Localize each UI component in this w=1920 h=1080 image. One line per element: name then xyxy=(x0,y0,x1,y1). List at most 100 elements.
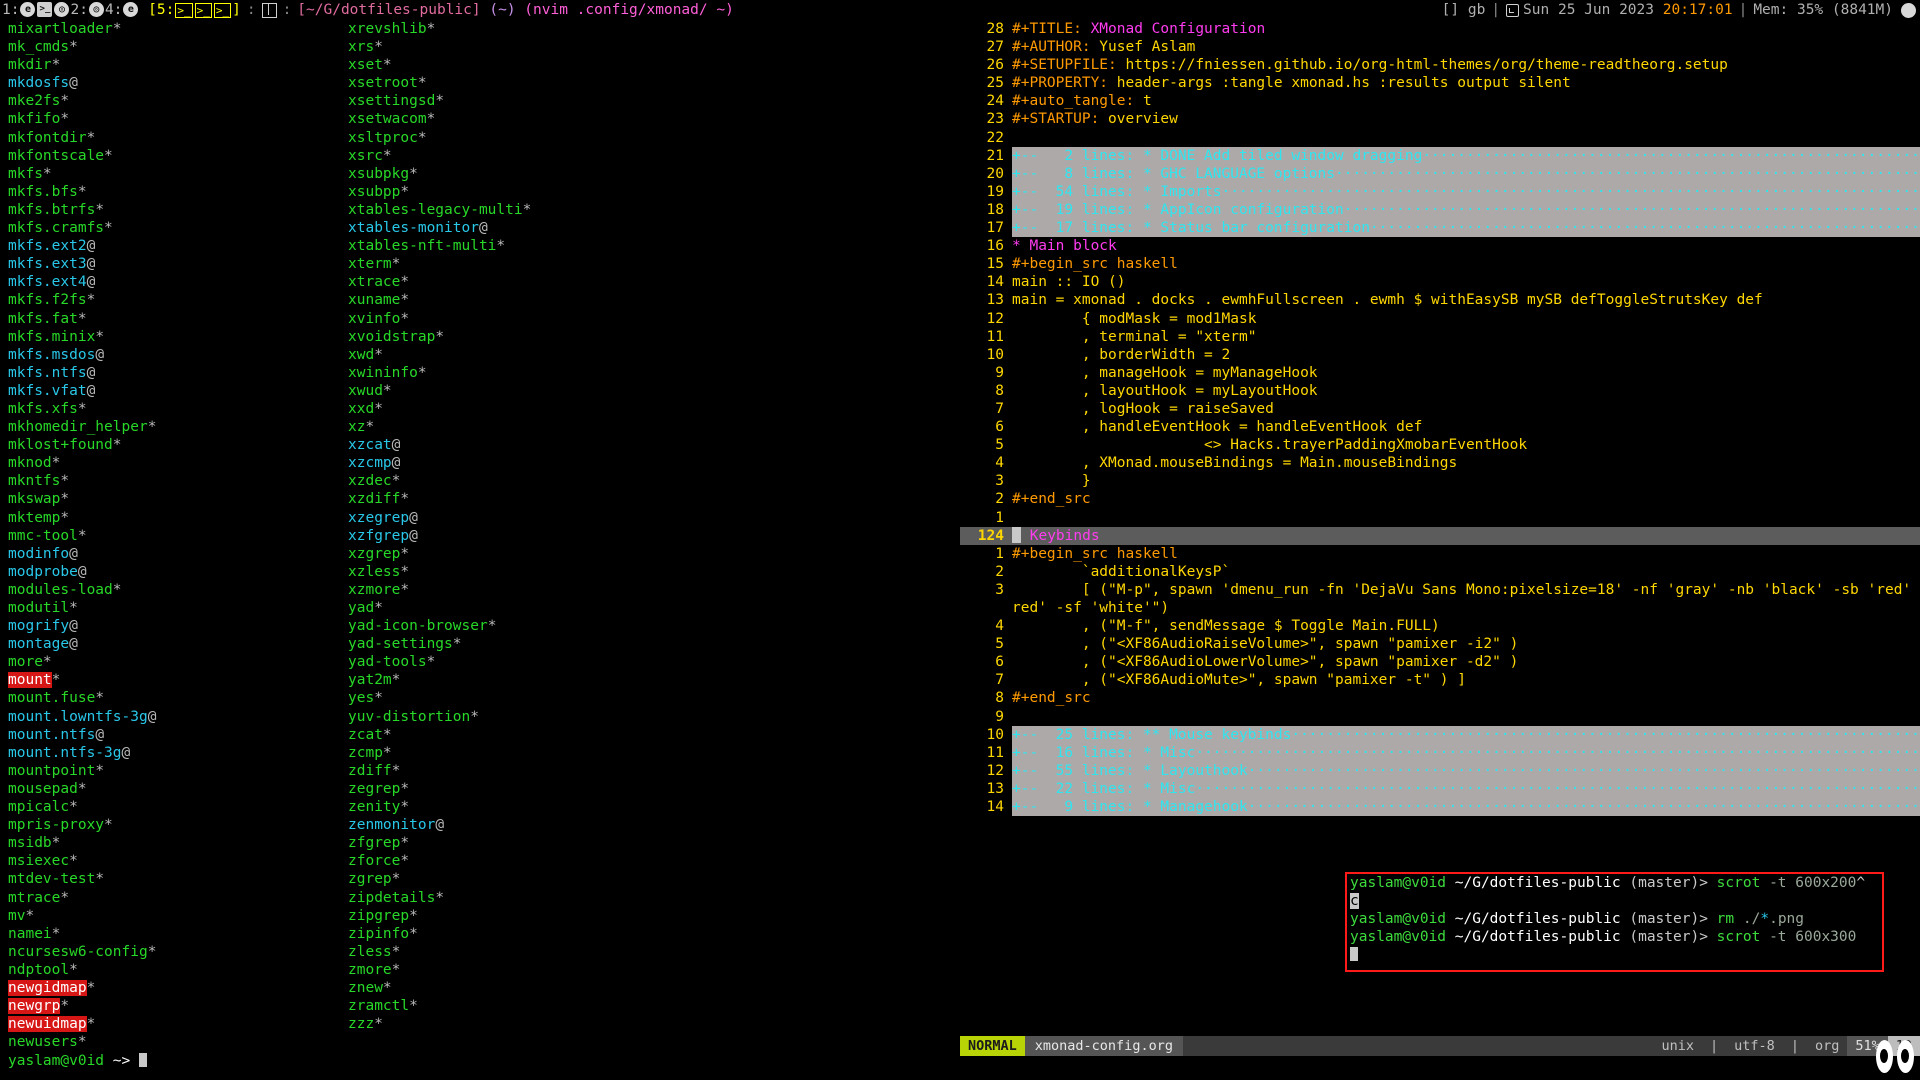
file-type-marker: * xyxy=(112,581,122,598)
shell-prompt[interactable]: yaslam@v0id ~> xyxy=(8,1052,147,1070)
file-type-marker: * xyxy=(391,672,401,689)
line-number: 6 xyxy=(995,654,1004,671)
file-entry: mkfs.f2fs* xyxy=(8,291,156,309)
file-type-marker: * xyxy=(435,889,445,906)
clock-text: 20:17:01 xyxy=(1662,1,1733,18)
file-name: mixartloader xyxy=(8,21,113,37)
file-entry: yuv-distortion* xyxy=(348,708,531,726)
workspace-1[interactable]: 1: e >_ ◎ xyxy=(2,1,70,19)
ft-branch-4: (master)> xyxy=(1620,929,1708,946)
folded-section[interactable]: +-- 22 lines: * Misc····················… xyxy=(1012,779,1920,799)
file-entry: xzcat@ xyxy=(348,436,531,454)
line-number: 7 xyxy=(995,672,1004,689)
file-type-marker: * xyxy=(112,21,122,37)
status-sep-1: | xyxy=(1702,1036,1727,1056)
folded-section[interactable]: +-- 19 lines: * AppIcon configuration···… xyxy=(1012,200,1920,220)
folded-section[interactable]: +-- 54 lines: * Imports·················… xyxy=(1012,182,1920,201)
editor-line: 14 main :: IO () xyxy=(960,273,1920,291)
file-entry: xsetroot* xyxy=(348,74,531,92)
file-entry: mkfontdir* xyxy=(8,129,156,147)
line-number: 2 xyxy=(995,491,1004,508)
floating-terminal-window[interactable]: yaslam@v0id ~/G/dotfiles-public (master)… xyxy=(1345,872,1884,972)
folded-section[interactable]: +-- 25 lines: ** Mouse keybinds·········… xyxy=(1012,725,1920,744)
file-entry: mkntfs* xyxy=(8,472,156,490)
left-terminal-window[interactable]: mixartloader* mk_cmds* mkdir* mkdosfs@ mke2f… xyxy=(0,20,956,1080)
file-type-marker: * xyxy=(382,979,392,996)
editor-line: 18 +-- 19 lines: * AppIcon configuration·… xyxy=(960,200,1920,220)
line-number: 5 xyxy=(995,437,1004,454)
terminal-line-2: c xyxy=(1347,892,1882,910)
file-type-marker: * xyxy=(417,129,427,146)
file-name: ncursesw6-config xyxy=(8,943,148,960)
keyboard-layout: [] gb xyxy=(1441,1,1486,18)
file-type-marker: @ xyxy=(69,618,78,635)
file-type-marker: * xyxy=(95,690,105,707)
workspace-5-active[interactable]: [5: >_ >_ >_] xyxy=(139,1,241,19)
folded-section[interactable]: +-- 16 lines: * Misc····················… xyxy=(1012,743,1920,762)
org-keyword: #+auto_tangle: xyxy=(1012,93,1135,110)
file-type-marker: * xyxy=(435,93,445,110)
ft-path-3: ~/G/dotfiles-public xyxy=(1446,911,1621,928)
file-entry: xset* xyxy=(348,56,531,74)
file-name: mkfifo xyxy=(8,111,61,128)
file-entry: mkfs.ntfs@ xyxy=(8,364,156,382)
file-entry: zipdetails* xyxy=(348,889,531,907)
folded-section[interactable]: +-- 55 lines: * Layouthook··············… xyxy=(1012,761,1920,780)
file-entry: zless* xyxy=(348,943,531,961)
folded-section[interactable]: +-- 2 lines: * DONE Add tiled window dra… xyxy=(1012,146,1920,165)
file-type-marker: * xyxy=(400,563,410,580)
line-number: 20 xyxy=(960,164,1012,183)
tall-layout-icon[interactable] xyxy=(261,2,277,18)
file-type-marker: * xyxy=(496,238,506,255)
file-type-marker: * xyxy=(400,292,410,309)
file-type-marker: * xyxy=(400,581,410,598)
file-name: mkfs.fat xyxy=(8,310,78,327)
file-name: mount.lowntfs-3g xyxy=(8,708,148,725)
file-name: zmore xyxy=(348,961,392,978)
file-entry: xzcmp@ xyxy=(348,454,531,472)
file-type-marker: * xyxy=(51,925,61,942)
folded-section[interactable]: +-- 8 lines: * GHC LANGUAGE options·····… xyxy=(1012,164,1920,183)
file-name: xsubpkg xyxy=(348,165,410,182)
folded-section[interactable]: +-- 9 lines: * Managehook···············… xyxy=(1012,798,1920,817)
file-type-marker: * xyxy=(69,39,78,56)
file-entry: mkfs.vfat@ xyxy=(8,382,156,400)
editor-line: 2 `additionalKeysP` xyxy=(960,563,1920,581)
org-keyword: #+SETUPFILE: xyxy=(1012,57,1117,74)
file-name: yad-icon-browser xyxy=(348,618,488,635)
line-text: #+TITLE: XMonad Configuration xyxy=(1012,20,1920,38)
file-entry: mknod* xyxy=(8,454,156,472)
file-entry: msidb* xyxy=(8,834,156,852)
line-number: 27 xyxy=(986,39,1004,56)
file-name: xsetroot xyxy=(348,75,418,92)
file-type-marker: * xyxy=(391,961,401,978)
firefox-icon: e xyxy=(123,2,139,18)
workspace-4[interactable]: 4: e xyxy=(105,1,139,19)
file-entry: zgrep* xyxy=(348,870,531,888)
file-entry: modules-load* xyxy=(8,581,156,599)
file-name: zcat xyxy=(348,726,383,743)
file-name: xtables-monitor xyxy=(348,220,479,237)
file-entry: more* xyxy=(8,653,156,671)
terminal-icon: >_ xyxy=(194,2,212,18)
ft-cmd-4: scrot xyxy=(1707,929,1761,946)
prompt-user: yaslam@v0id xyxy=(8,1052,105,1069)
line-number: 8 xyxy=(995,382,1004,399)
file-type-marker: * xyxy=(400,183,410,200)
org-src-delimiter: #+end_src xyxy=(1012,690,1091,707)
file-entry: mpris-proxy* xyxy=(8,816,156,834)
file-entry: namei* xyxy=(8,925,156,943)
code-text: { modMask = mod1Mask xyxy=(1012,310,1257,327)
file-entry: mv* xyxy=(8,907,156,925)
folded-section[interactable]: +-- 17 lines: * Status bar configuration… xyxy=(1012,219,1920,238)
file-type-marker: * xyxy=(51,57,61,74)
file-entry: ncursesw6-config* xyxy=(8,943,156,961)
file-name: mkfontdir xyxy=(8,129,87,146)
file-type-marker: * xyxy=(60,509,70,526)
file-type-marker: * xyxy=(60,93,70,110)
workspace-2[interactable]: 2: ◎ xyxy=(70,1,104,19)
file-entry: xxd* xyxy=(348,400,531,418)
trayer-icon[interactable] xyxy=(1901,2,1916,18)
file-type-marker: * xyxy=(86,292,96,309)
editor-line: 26 #+SETUPFILE: https://fniessen.github.i… xyxy=(960,56,1920,74)
